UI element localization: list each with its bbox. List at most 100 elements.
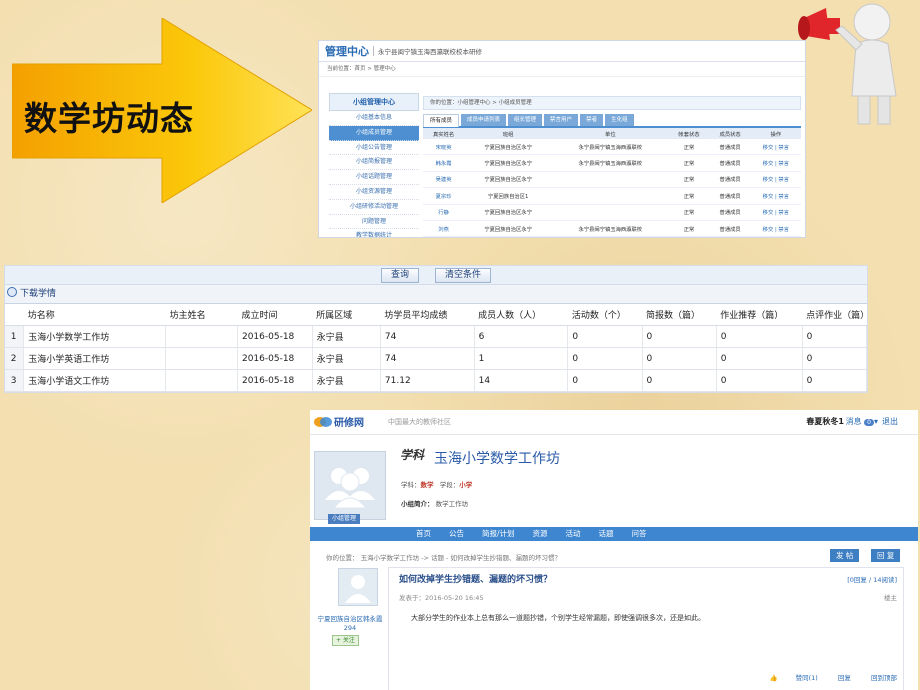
messages-label: 消息 [845, 417, 862, 426]
megaphone-person-icon [798, 3, 897, 125]
sidebar-item[interactable]: 教学数据统计 [329, 229, 419, 237]
founded-date: 2016-05-18 [237, 347, 313, 370]
member-ops[interactable]: 移交 | 禁言 [750, 139, 801, 156]
nav-notice[interactable]: 公告 [449, 527, 464, 541]
location-bar: 你的位置：小组管理中心 > 小组成员管理 [423, 96, 801, 110]
founded-date: 2016-05-18 [237, 325, 313, 348]
member-count: 14 [474, 369, 569, 392]
forum-post-screenshot: 研修网 中国最大的教师社区 春夏秋冬1 消息 0 ▾ 退出 小组管理 学科 玉海小… [310, 410, 918, 690]
group-nav: 首页 公告 简报/计划 资源 活动 话题 问答 [310, 527, 918, 541]
nav-home[interactable]: 首页 [416, 527, 431, 541]
col-header: 活动数（个） [567, 304, 643, 326]
tab-leaders[interactable]: 组长管理 [508, 114, 543, 126]
download-button[interactable]: 下载学情 [20, 289, 56, 299]
member-status: 正常 [668, 139, 710, 156]
member-ops[interactable]: 移交 | 禁言 [750, 187, 801, 205]
site-slogan: 中国最大的教师社区 [388, 418, 451, 426]
author-name[interactable]: 宁夏回族自治区韩永霞 [310, 615, 390, 624]
group-manage-button[interactable]: 小组管理 [328, 514, 361, 524]
table-row[interactable]: 2 玉海小学英语工作坊 2016-05-18 永宁县 74 1 0 0 0 0 [5, 347, 867, 370]
tab-muted[interactable]: 禁言用户 [544, 114, 579, 126]
back-to-top-link[interactable]: 回到顶部 [871, 674, 897, 682]
nav-resources[interactable]: 资源 [533, 527, 548, 541]
sidebar-item[interactable]: 小组研修活动管理 [329, 200, 419, 215]
member-role: 普通成员 [709, 154, 751, 172]
member-name[interactable]: 韩永霞 [423, 154, 465, 172]
member-name[interactable]: 行静 [423, 204, 465, 221]
row-number: 2 [5, 347, 25, 370]
member-name[interactable]: 宋晓英 [423, 139, 465, 156]
member-name[interactable]: 吴建英 [423, 171, 465, 189]
recommend-count: 0 [716, 347, 803, 370]
nav-qa[interactable]: 问答 [632, 527, 647, 541]
nav-activities[interactable]: 活动 [566, 527, 581, 541]
tab-applications[interactable]: 成员申请列表 [461, 114, 507, 126]
member-ops[interactable]: 移交 | 禁言 [750, 204, 801, 221]
stage-label: 学段： [439, 481, 460, 489]
member-ops[interactable]: 移交 | 禁言 [750, 220, 801, 237]
table-row: 宋晓英 宁夏回族自治区永宁 永宁县闽宁镇玉海西瀛联校 正常 普通成员 移交 | … [423, 139, 801, 156]
clear-conditions-button[interactable]: 清空条件 [435, 268, 492, 283]
review-count: 0 [802, 347, 867, 370]
table-row[interactable]: 1 玉海小学数学工作坊 2016-05-18 永宁县 74 6 0 0 0 0 [5, 325, 867, 348]
member-ops[interactable]: 移交 | 禁言 [750, 171, 801, 189]
owner-name [165, 325, 238, 348]
region: 永宁县 [312, 325, 381, 348]
stats-table: 坊名称 坊主姓名 成立时间 所属区域 坊学员平均成绩 成员人数（人） 活动数（个… [5, 304, 867, 392]
new-post-button[interactable]: 发 帖 [830, 549, 860, 562]
position-breadcrumb: 你的位置： 玉海小学数学工作坊 -> 话题 - 如何改掉学生抄错题、漏题的坏习惯… [326, 554, 561, 562]
tab-group[interactable]: 生化组 [605, 114, 634, 126]
like-count: 赞同(1) [795, 674, 818, 682]
post-reply-link[interactable]: 回复 [838, 674, 851, 682]
col-header: 帐套状态 [668, 128, 710, 139]
row-number: 3 [5, 369, 25, 392]
intro-text: 数学工作坊 [435, 500, 469, 508]
sidebar-item[interactable]: 问题管理 [329, 215, 419, 230]
nav-briefs[interactable]: 简报/计划 [482, 527, 515, 541]
admin-sidebar: 小组管理中心 小组基本信息 小组成员管理 小组公告管理 小组简报管理 小组话题管… [329, 93, 419, 237]
thumbs-up-icon: 👍 [769, 674, 778, 682]
follow-button[interactable]: + 关注 [332, 635, 359, 646]
site-logo[interactable]: 研修网 [314, 414, 364, 429]
breadcrumb: 当前位置：首页 > 管理中心 [319, 62, 805, 77]
query-button[interactable]: 查询 [381, 268, 420, 283]
messages-link[interactable]: 消息 0 ▾ [846, 416, 878, 427]
tab-all-members[interactable]: 所有成员 [423, 114, 460, 127]
table-row[interactable]: 3 玉海小学语文工作坊 2016-05-18 永宁县 71.12 14 0 0 … [5, 369, 867, 392]
workshop-name: 玉海小学英语工作坊 [23, 347, 167, 370]
member-ops[interactable]: 移交 | 禁言 [750, 154, 801, 172]
member-org [552, 187, 669, 205]
member-name[interactable]: 刘燕 [423, 220, 465, 237]
sidebar-item[interactable]: 小组资源管理 [329, 185, 419, 200]
row-number-header [5, 304, 24, 326]
logout-link[interactable]: 退出 [882, 416, 898, 427]
table-row: 行静 宁夏回族自治区永宁 正常 普通成员 移交 | 禁言 [423, 204, 801, 221]
admin-main: 你的位置：小组管理中心 > 小组成员管理 所有成员 成员申请列表 组长管理 禁言… [423, 96, 801, 237]
tab-banned[interactable]: 禁者 [580, 114, 604, 126]
subject-value: 数学 [420, 481, 434, 489]
reply-button[interactable]: 回 复 [871, 549, 901, 562]
sidebar-item[interactable]: 小组简报管理 [329, 155, 419, 171]
member-role: 普通成员 [709, 220, 751, 237]
sidebar-item[interactable]: 小组公告管理 [329, 141, 419, 156]
member-dept: 宁夏回族自治区1 [464, 187, 553, 205]
sidebar-item[interactable]: 小组话题管理 [329, 170, 419, 185]
activity-count: 0 [567, 347, 643, 370]
post-floor: 楼主 [884, 594, 897, 602]
username[interactable]: 春夏秋冬1 [806, 416, 844, 427]
avg-score: 74 [380, 325, 475, 348]
nav-topics[interactable]: 话题 [599, 527, 614, 541]
sidebar-item[interactable]: 小组基本信息 [329, 111, 419, 126]
activity-count: 0 [567, 369, 643, 392]
author-info: 宁夏回族自治区韩永霞 294 [310, 615, 390, 633]
member-status: 正常 [668, 171, 710, 189]
sidebar-item-active[interactable]: 小组成员管理 [329, 125, 419, 141]
post-title: 如何改掉学生抄错题、漏题的坏习惯？ [399, 575, 553, 585]
like-button[interactable]: 👍 赞同(1) [752, 674, 818, 682]
member-status: 正常 [668, 204, 710, 221]
site-logo-text: 研修网 [334, 418, 364, 429]
group-avatar [314, 451, 386, 520]
admin-center-screenshot: 管理中心 永宁县闽宁镇玉海西瀛联校校本研修 当前位置：首页 > 管理中心 小组管… [318, 40, 806, 238]
member-name[interactable]: 夏宗珍 [423, 187, 465, 205]
table-row: 刘燕 宁夏回族自治区永宁 永宁县闽宁镇玉海西瀛联校 正常 普通成员 移交 | 禁… [423, 220, 801, 237]
